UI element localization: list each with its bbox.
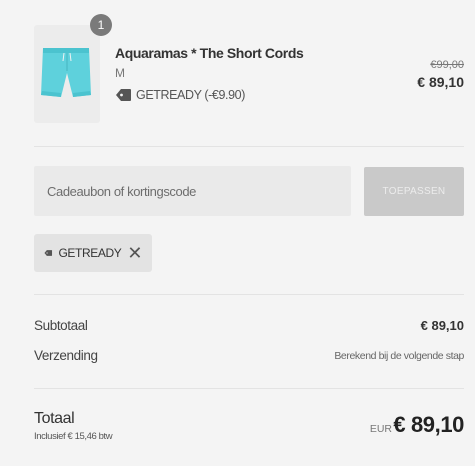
product-title: Aquaramas * The Short Cords [115, 45, 304, 61]
tag-icon [116, 89, 131, 101]
product-variant: M [115, 66, 125, 80]
close-icon[interactable]: ✕ [127, 244, 142, 262]
product-discount-label: GETREADY (-€9.90) [136, 88, 245, 102]
total-amount: € 89,10 [393, 412, 464, 437]
applied-discount-tag: GETREADY ✕ [34, 234, 152, 272]
tax-note: Inclusief € 15,46 btw [34, 431, 113, 442]
divider [34, 388, 464, 389]
original-price: €99,00 [430, 59, 464, 71]
discount-code-input[interactable] [34, 166, 351, 216]
product-discount: GETREADY (-€9.90) [115, 86, 245, 104]
quantity-badge: 1 [90, 14, 112, 36]
tag-icon [44, 250, 53, 256]
currency-code: EUR [369, 423, 392, 435]
shipping-value: Berekend bij de volgende stap [334, 350, 464, 362]
subtotal-value: € 89,10 [420, 318, 464, 333]
shipping-label: Verzending [34, 348, 98, 363]
total-label: Totaal [34, 410, 75, 427]
product-thumbnail [34, 25, 100, 123]
subtotal-label: Subtotaal [34, 318, 88, 333]
shorts-image [41, 48, 91, 97]
divider [34, 294, 464, 295]
apply-button[interactable]: TOEPASSEN [364, 167, 464, 216]
divider [34, 146, 464, 147]
applied-code-label: GETREADY [58, 246, 122, 260]
product-price: € 89,10 [417, 74, 464, 90]
